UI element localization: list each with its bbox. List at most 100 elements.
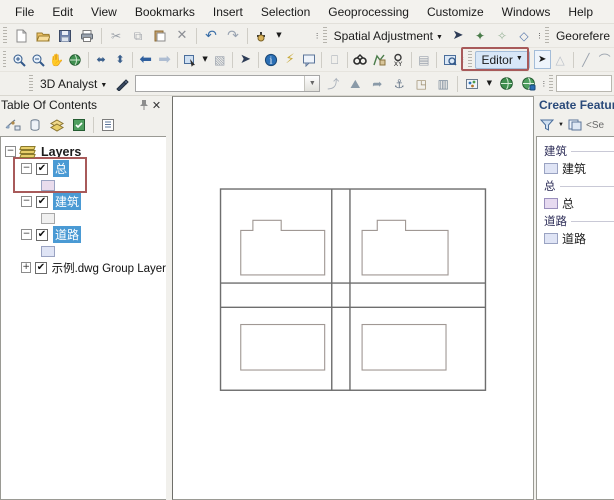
expander-icon[interactable]: − — [5, 146, 16, 157]
straight-segment-icon[interactable]: ╱ — [577, 50, 594, 70]
expander-icon[interactable]: − — [21, 163, 32, 174]
select-elements-icon[interactable]: ➤ — [237, 50, 254, 70]
steepest-path-icon[interactable]: ⛰ — [345, 74, 365, 94]
toc-group-layer-dwg[interactable]: + ✔ 示例.dwg Group Layer — [1, 259, 166, 276]
georeferencing-grip[interactable] — [544, 26, 549, 45]
pin-icon[interactable] — [137, 99, 150, 112]
map-canvas-container[interactable] — [172, 96, 534, 500]
curve-segment-icon[interactable]: ⌒ — [596, 50, 613, 70]
chevron-down-icon[interactable]: ▼ — [557, 115, 565, 135]
layer-symbol-swatch[interactable] — [41, 245, 55, 257]
go-next-extent-icon[interactable]: ➡ — [156, 50, 173, 70]
threed-analyst-menu[interactable]: 3D Analyst ▼ — [36, 75, 111, 93]
feature-template-jianzhu[interactable]: 建筑 — [537, 159, 614, 178]
measure-icon[interactable]: ⎕ — [326, 50, 343, 70]
menu-item-windows[interactable]: Windows — [493, 2, 560, 22]
undo-icon[interactable]: ↶ — [201, 26, 221, 46]
select-features-icon[interactable] — [182, 50, 199, 70]
open-folder-icon[interactable] — [33, 26, 53, 46]
threed-layer-combobox[interactable]: ▼ — [135, 75, 321, 92]
create-features-template-list[interactable]: 建筑 建筑 总 总 道路 道路 — [536, 136, 614, 500]
go-back-extent-icon[interactable]: ⬅ — [137, 50, 154, 70]
select-elements-adjust-icon[interactable]: ➤ — [448, 26, 468, 46]
menu-item-geoprocessing[interactable]: Geoprocessing — [319, 2, 418, 22]
identify-icon[interactable]: i — [263, 50, 280, 70]
create-viewer-window-icon[interactable] — [441, 50, 458, 70]
find-icon[interactable] — [352, 50, 369, 70]
clear-selection-icon[interactable]: ▧ — [211, 50, 228, 70]
spatial-adjustment-grip[interactable] — [322, 26, 327, 45]
profile-graph-icon[interactable]: ⚓ — [389, 74, 409, 94]
chevron-down-icon[interactable]: ▼ — [304, 76, 320, 91]
spatial-adjustment-menu[interactable]: Spatial Adjustment ▼ — [330, 27, 447, 45]
menu-item-selection[interactable]: Selection — [252, 2, 319, 22]
extra-toolbar-grip[interactable] — [549, 74, 554, 93]
editor-toolbar-grip[interactable] — [467, 50, 472, 69]
time-slider-icon[interactable]: ▤ — [415, 50, 432, 70]
list-by-selection-icon[interactable] — [69, 115, 89, 135]
menu-item-edit[interactable]: Edit — [43, 2, 82, 22]
feature-template-daolu[interactable]: 道路 — [537, 229, 614, 248]
scatter-points-icon[interactable] — [462, 74, 482, 94]
menu-item-help[interactable]: Help — [559, 2, 602, 22]
toc-layer-jianzhu[interactable]: − ✔ 建筑 — [1, 193, 166, 210]
html-popup-icon[interactable] — [301, 50, 318, 70]
edit-tool-icon[interactable]: ➤ — [533, 50, 551, 69]
menu-item-insert[interactable]: Insert — [204, 2, 252, 22]
go-to-xy-icon[interactable]: XY — [390, 50, 407, 70]
arcglobe-icon[interactable] — [518, 74, 538, 94]
fixed-zoom-in-icon[interactable]: ⬌ — [93, 50, 110, 70]
zoom-out-icon[interactable] — [29, 50, 46, 70]
layer-symbol-swatch[interactable] — [41, 212, 55, 224]
paste-icon[interactable] — [150, 26, 170, 46]
expander-icon[interactable]: − — [21, 196, 32, 207]
close-icon[interactable]: ✕ — [150, 99, 163, 112]
layer-visibility-checkbox[interactable]: ✔ — [36, 195, 48, 208]
toolbar-grip[interactable] — [3, 26, 7, 45]
menu-item-customize[interactable]: Customize — [418, 2, 493, 22]
create-tin-icon[interactable]: ◳ — [411, 74, 431, 94]
print-icon[interactable] — [77, 26, 97, 46]
toc-options-icon[interactable] — [98, 115, 118, 135]
layer-visibility-checkbox[interactable]: ✔ — [36, 228, 48, 241]
save-icon[interactable] — [55, 26, 75, 46]
threed-layer-input[interactable] — [136, 76, 305, 91]
menu-item-view[interactable]: View — [82, 2, 126, 22]
select-features-dropdown-icon[interactable]: ▼ — [201, 50, 210, 70]
full-extent-icon[interactable] — [67, 50, 84, 70]
toc-map-splitter[interactable] — [166, 96, 170, 500]
hyperlink-icon[interactable]: ⚡ — [282, 50, 299, 70]
add-data-icon[interactable] — [252, 26, 272, 46]
menu-item-bookmarks[interactable]: Bookmarks — [126, 2, 204, 22]
copy-icon[interactable]: ⧉ — [128, 26, 148, 46]
feature-template-zong[interactable]: 总 — [537, 194, 614, 213]
new-document-icon[interactable] — [11, 26, 31, 46]
expander-icon[interactable]: + — [21, 262, 32, 273]
layer-visibility-checkbox[interactable]: ✔ — [36, 162, 48, 175]
select-links-icon[interactable]: ◇ — [514, 26, 534, 46]
tools-toolbar-grip[interactable] — [3, 50, 7, 69]
list-by-source-icon[interactable] — [25, 115, 45, 135]
map-drawing[interactable] — [173, 97, 533, 500]
fixed-zoom-out-icon[interactable]: ⬍ — [112, 50, 129, 70]
expander-icon[interactable]: − — [21, 229, 32, 240]
threed-grip[interactable] — [29, 74, 33, 93]
search-templates-input[interactable]: <Se — [586, 120, 604, 131]
redo-icon[interactable]: ↷ — [223, 26, 243, 46]
toc-layer-daolu[interactable]: − ✔ 道路 — [1, 226, 166, 243]
extra-toolbar-combobox[interactable] — [556, 75, 612, 92]
arcscene-icon[interactable] — [496, 74, 516, 94]
interpolate-line-icon[interactable]: ⤴ — [323, 74, 343, 94]
delete-icon[interactable]: ✕ — [172, 26, 192, 46]
filter-templates-icon[interactable] — [539, 115, 555, 135]
line-of-sight-icon[interactable]: ➦ — [367, 74, 387, 94]
organize-templates-icon[interactable] — [567, 115, 583, 135]
toc-layer-zong[interactable]: − ✔ 总 — [1, 160, 166, 177]
toc-layer-tree[interactable]: − Layers − ✔ 总 − ✔ 建筑 − ✔ 道路 + ✔ 示例.dwg … — [0, 136, 166, 500]
threed-toolbar-overflow[interactable]: ⋮ — [539, 74, 548, 94]
editing-tool-icon[interactable] — [112, 74, 132, 94]
toc-root-layers[interactable]: − Layers — [1, 143, 166, 160]
new-displacement-link-icon[interactable]: ✦ — [470, 26, 490, 46]
list-by-drawing-order-icon[interactable] — [3, 115, 23, 135]
list-by-visibility-icon[interactable] — [47, 115, 67, 135]
